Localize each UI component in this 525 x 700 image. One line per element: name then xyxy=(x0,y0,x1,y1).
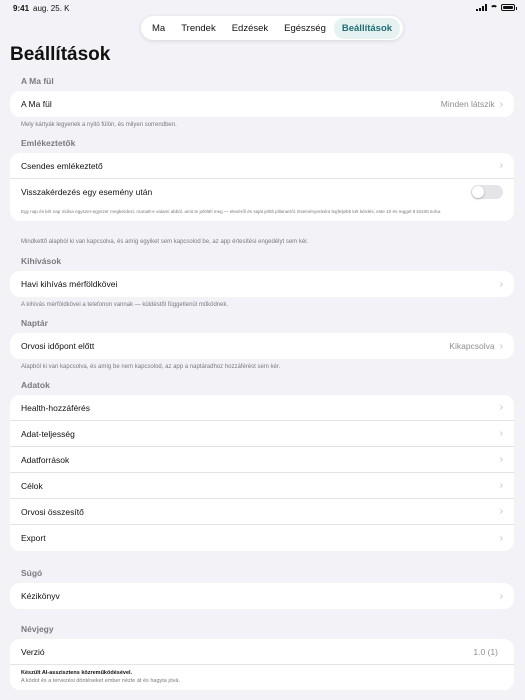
chevron-right-icon: › xyxy=(499,340,503,352)
row-label: Célok xyxy=(21,480,43,491)
row-label: Adatforrások xyxy=(21,454,70,465)
row-celok[interactable]: Célok › xyxy=(10,473,514,499)
status-time: 9:41 xyxy=(13,4,30,13)
row-export[interactable]: Export › xyxy=(10,525,514,551)
page-title: Beállítások xyxy=(10,44,111,65)
chevron-right-icon: › xyxy=(499,428,503,439)
row-orvosi-idopont[interactable]: Orvosi időpont előtt Kikapcsolva › xyxy=(10,333,514,359)
cellular-signal-icon xyxy=(476,4,487,11)
row-ma-ful[interactable]: A Ma fül Minden látszik › xyxy=(10,91,514,117)
row-label: Csendes emlékeztető xyxy=(21,160,103,171)
row-label: Visszakérdezés egy esemény után xyxy=(21,187,153,197)
chevron-right-icon: › xyxy=(499,454,503,465)
card-adatok: Health-hozzáférés › Adat-teljesség › Ada… xyxy=(10,395,514,551)
footnote-naptar: Alapból ki van kapcsolva, és amíg be nem… xyxy=(21,364,281,370)
row-adatforrasok[interactable]: Adatforrások › xyxy=(10,447,514,473)
row-visszakerdezes: Visszakérdezés egy esemény után xyxy=(10,179,514,205)
chevron-right-icon: › xyxy=(499,506,503,517)
footnote-emlekeztetok: Mindkettő alapból ki van kapcsolva, és a… xyxy=(21,239,309,245)
chevron-right-icon: › xyxy=(499,532,503,544)
row-label: Havi kihívás mérföldkövei xyxy=(21,279,118,289)
row-verzio: Verzió 1.0 (1) xyxy=(10,639,514,665)
row-label: Export xyxy=(21,533,46,543)
row-health-hozzaferes[interactable]: Health-hozzáférés › xyxy=(10,395,514,421)
card-kihivasok: Havi kihívás mérföldkövei › xyxy=(10,271,514,297)
row-adat-teljesseg[interactable]: Adat-teljesség › xyxy=(10,421,514,447)
battery-icon xyxy=(501,4,517,11)
visszakerdezes-note: Egy nap és két nap múlva egyszer-egyszer… xyxy=(21,209,442,214)
status-bar: 9:41 aug. 25. K xyxy=(0,0,525,16)
chevron-right-icon: › xyxy=(499,98,503,110)
row-label: Kézikönyv xyxy=(21,591,60,601)
tab-beallitasok[interactable]: Beállítások xyxy=(333,17,401,39)
chevron-right-icon: › xyxy=(499,278,503,290)
section-header-naptar: Naptár xyxy=(21,318,48,328)
row-value: Kikapcsolva xyxy=(449,341,495,351)
row-label: Verzió xyxy=(21,646,45,657)
chevron-right-icon: › xyxy=(499,402,503,413)
toggle-knob xyxy=(472,186,484,198)
row-havi-kihivas[interactable]: Havi kihívás mérföldkövei › xyxy=(10,271,514,297)
credit-block: Készült AI-asszisztens közreműködésével.… xyxy=(10,665,514,690)
status-icons xyxy=(476,4,517,11)
tab-ma[interactable]: Ma xyxy=(144,18,173,39)
chevron-right-icon: › xyxy=(499,480,503,491)
tab-edzesek[interactable]: Edzések xyxy=(224,18,276,39)
visszakerdezes-toggle[interactable] xyxy=(471,185,503,199)
section-header-nevjegy: Névjegy xyxy=(21,624,54,634)
version-value: 1.0 (1) xyxy=(473,646,498,657)
card-nevjegy: Verzió 1.0 (1) Készült AI-asszisztens kö… xyxy=(10,639,514,690)
row-label: A Ma fül xyxy=(21,99,52,109)
row-label: Health-hozzáférés xyxy=(21,402,90,413)
row-label: Orvosi összesítő xyxy=(21,506,84,517)
row-orvosi-osszesito[interactable]: Orvosi összesítő › xyxy=(10,499,514,525)
row-csendes-emlekezteto[interactable]: Csendes emlékeztető › xyxy=(10,153,514,179)
credit-text: A kódot és a tervezési döntéseket ember … xyxy=(21,678,180,684)
chevron-right-icon: › xyxy=(499,590,503,602)
section-header-ma-ful: A Ma fül xyxy=(21,76,54,86)
tab-trendek[interactable]: Trendek xyxy=(173,18,224,39)
card-naptar: Orvosi időpont előtt Kikapcsolva › xyxy=(10,333,514,359)
row-label: Adat-teljesség xyxy=(21,428,75,439)
section-header-kihivasok: Kihívások xyxy=(21,256,62,266)
footnote-ma-ful: Mely kártyák legyenek a nyitó fülön, és … xyxy=(21,122,177,128)
card-emlekeztetok: Csendes emlékeztető › Visszakérdezés egy… xyxy=(10,153,514,221)
card-ma-ful: A Ma fül Minden látszik › xyxy=(10,91,514,117)
status-date: aug. 25. K xyxy=(33,4,70,13)
row-value: Minden látszik xyxy=(440,99,495,109)
credit-title: Készült AI-asszisztens közreműködésével. xyxy=(21,670,133,676)
footnote-kihivasok: A kihívás mérföldkövei a telefonon vanna… xyxy=(21,302,229,308)
section-header-sugo: Súgó xyxy=(21,568,43,578)
section-header-emlekeztetok: Emlékeztetők xyxy=(21,138,76,148)
row-label: Orvosi időpont előtt xyxy=(21,341,95,351)
row-kezikonyv[interactable]: Kézikönyv › xyxy=(10,583,514,609)
wifi-icon xyxy=(490,4,498,11)
card-sugo: Kézikönyv › xyxy=(10,583,514,609)
chevron-right-icon: › xyxy=(499,160,503,171)
tab-egeszseg[interactable]: Egészség xyxy=(276,18,334,39)
tab-bar: Ma Trendek Edzések Egészség Beállítások xyxy=(141,16,404,40)
section-header-adatok: Adatok xyxy=(21,380,50,390)
